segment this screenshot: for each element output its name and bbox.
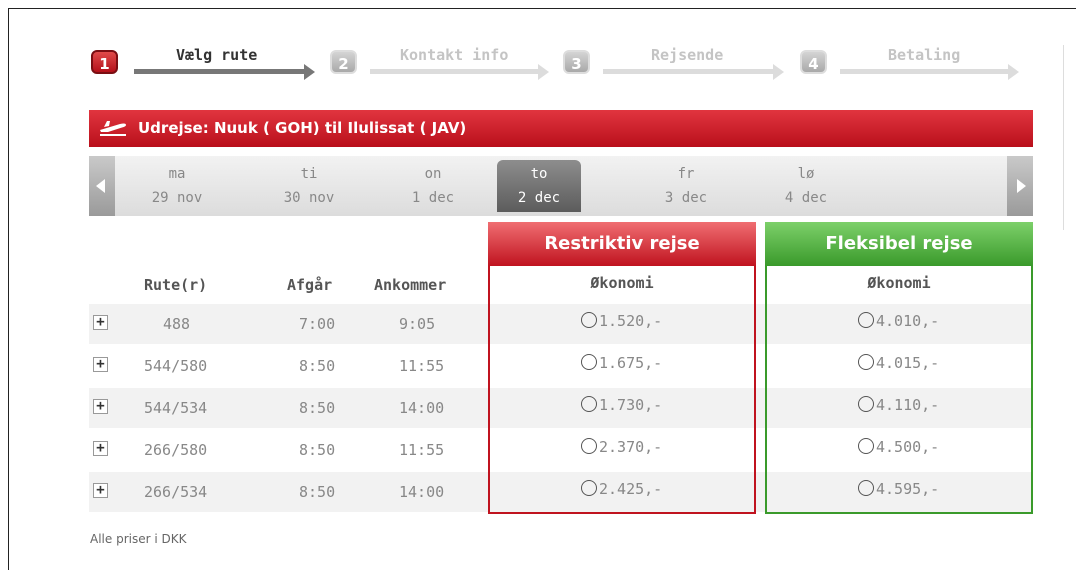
expand-row-button[interactable]: +	[93, 357, 108, 372]
arrow-right-icon	[304, 64, 315, 80]
depart-header: Afgår	[287, 276, 333, 294]
date-option[interactable]: ma 29 nov	[135, 160, 219, 212]
day-name: to	[530, 166, 548, 182]
arrive-cell: 14:00	[399, 483, 445, 501]
chevron-right-icon	[1017, 179, 1026, 193]
day-date: 3 dec	[664, 190, 708, 206]
arrive-cell: 11:55	[399, 441, 445, 459]
route-cell: 544/580	[144, 357, 208, 375]
arrive-cell: 14:00	[399, 399, 445, 417]
fare-class-label: Økonomi	[590, 274, 654, 292]
restrictive-fare-column: Restriktiv rejse Økonomi	[488, 222, 756, 514]
step-number: 3	[563, 50, 590, 74]
currency-note: Alle priser i DKK	[90, 532, 187, 546]
date-option[interactable]: fr 3 dec	[644, 160, 728, 212]
restrictive-fare-title: Restriktiv rejse	[488, 222, 756, 266]
day-date: 2 dec	[517, 190, 561, 206]
fare-class-label: Økonomi	[867, 274, 931, 292]
prev-dates-button[interactable]	[89, 156, 115, 216]
step-progress-line	[134, 69, 304, 74]
date-option-selected[interactable]: to 2 dec	[497, 160, 581, 212]
step-label: Betaling	[888, 46, 961, 64]
date-selector: ma 29 nov ti 30 nov on 1 dec to 2 dec fr…	[89, 156, 1033, 216]
arrive-cell: 9:05	[399, 315, 436, 333]
day-date: 4 dec	[784, 190, 828, 206]
day-name: ti	[300, 166, 318, 182]
arrow-right-icon	[538, 64, 549, 80]
depart-cell: 8:50	[299, 483, 336, 501]
step-number: 1	[91, 50, 118, 74]
next-dates-button[interactable]	[1007, 156, 1033, 216]
day-name: on	[424, 166, 442, 182]
flexible-fare-title: Fleksibel rejse	[765, 222, 1033, 266]
airplane-icon	[100, 121, 126, 136]
step-progress-line	[370, 69, 538, 74]
depart-cell: 8:50	[299, 399, 336, 417]
arrive-cell: 11:55	[399, 357, 445, 375]
flexible-fare-column: Fleksibel rejse Økonomi	[765, 222, 1033, 514]
route-cell: 266/534	[144, 483, 208, 501]
expand-row-button[interactable]: +	[93, 483, 108, 498]
arrive-header: Ankommer	[374, 276, 447, 294]
depart-cell: 7:00	[299, 315, 336, 333]
date-option[interactable]: on 1 dec	[391, 160, 475, 212]
expand-row-button[interactable]: +	[93, 315, 108, 330]
route-cell: 488	[163, 315, 191, 333]
route-header: Rute(r)	[144, 276, 208, 294]
step-label: Vælg rute	[176, 46, 258, 64]
depart-cell: 8:50	[299, 357, 336, 375]
route-title: Udrejse: Nuuk ( GOH) til Ilulissat ( JAV…	[138, 119, 467, 137]
step-3[interactable]: 3 Rejsende	[563, 46, 788, 80]
date-option[interactable]: ti 30 nov	[267, 160, 351, 212]
step-progress-line	[840, 69, 1008, 74]
route-cell: 266/580	[144, 441, 208, 459]
outbound-banner: Udrejse: Nuuk ( GOH) til Ilulissat ( JAV…	[89, 110, 1033, 147]
step-4[interactable]: 4 Betaling	[800, 46, 1025, 80]
day-date: 30 nov	[283, 190, 335, 206]
step-number: 2	[330, 50, 357, 74]
expand-row-button[interactable]: +	[93, 399, 108, 414]
step-progress-line	[603, 69, 773, 74]
divider	[1063, 45, 1064, 230]
day-date: 1 dec	[411, 190, 455, 206]
step-number: 4	[800, 50, 827, 74]
day-name: ma	[168, 166, 186, 182]
date-option[interactable]: lø 4 dec	[764, 160, 848, 212]
step-1[interactable]: 1 Vælg rute	[91, 46, 316, 80]
arrow-right-icon	[773, 64, 784, 80]
step-label: Kontakt info	[400, 46, 509, 64]
chevron-left-icon	[96, 179, 105, 193]
step-2[interactable]: 2 Kontakt info	[330, 46, 555, 80]
expand-row-button[interactable]: +	[93, 441, 108, 456]
step-label: Rejsende	[651, 46, 724, 64]
route-cell: 544/534	[144, 399, 208, 417]
day-name: lø	[797, 166, 815, 182]
depart-cell: 8:50	[299, 441, 336, 459]
day-date: 29 nov	[151, 190, 203, 206]
day-name: fr	[677, 166, 695, 182]
arrow-right-icon	[1008, 64, 1019, 80]
